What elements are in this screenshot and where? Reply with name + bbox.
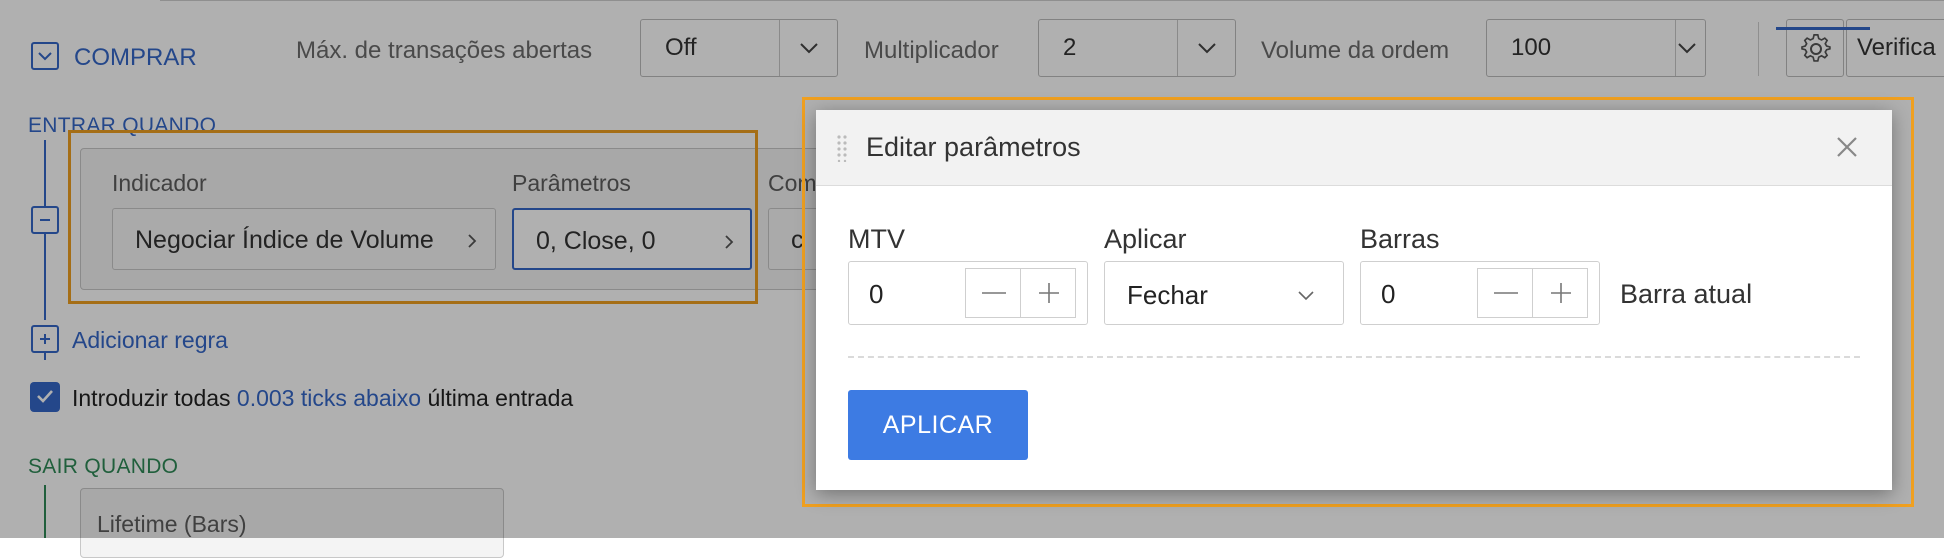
minus-icon (982, 292, 1006, 294)
chevron-down-icon (1298, 291, 1314, 301)
current-bar-label: Barra atual (1620, 279, 1753, 309)
edit-parameters-dialog: Editar parâmetros MTV 0 Aplicar Fechar B… (816, 110, 1892, 490)
plus-icon (1039, 283, 1059, 303)
dialog-divider (848, 356, 1860, 358)
mtv-value: 0 (869, 279, 884, 309)
mtv-label: MTV (848, 224, 905, 254)
mtv-increment-button[interactable] (1020, 268, 1076, 318)
dialog-header: Editar parâmetros (816, 110, 1892, 186)
mtv-stepper[interactable]: 0 (848, 261, 1088, 325)
apply-to-value: Fechar (1127, 280, 1208, 310)
mtv-decrement-button[interactable] (965, 268, 1021, 318)
close-icon[interactable] (1836, 136, 1858, 158)
apply-to-select[interactable]: Fechar (1104, 261, 1344, 325)
bars-stepper[interactable]: 0 (1360, 261, 1600, 325)
apply-button[interactable]: APLICAR (848, 390, 1028, 460)
bars-label: Barras (1360, 224, 1440, 254)
drag-handle-icon[interactable] (836, 134, 848, 162)
bars-decrement-button[interactable] (1477, 268, 1533, 318)
apply-button-label: APLICAR (882, 411, 994, 439)
dialog-title: Editar parâmetros (866, 132, 1081, 162)
apply-to-label: Aplicar (1104, 224, 1187, 254)
minus-icon (1494, 292, 1518, 294)
plus-icon (1551, 283, 1571, 303)
bars-increment-button[interactable] (1532, 268, 1588, 318)
bars-value: 0 (1381, 279, 1396, 309)
